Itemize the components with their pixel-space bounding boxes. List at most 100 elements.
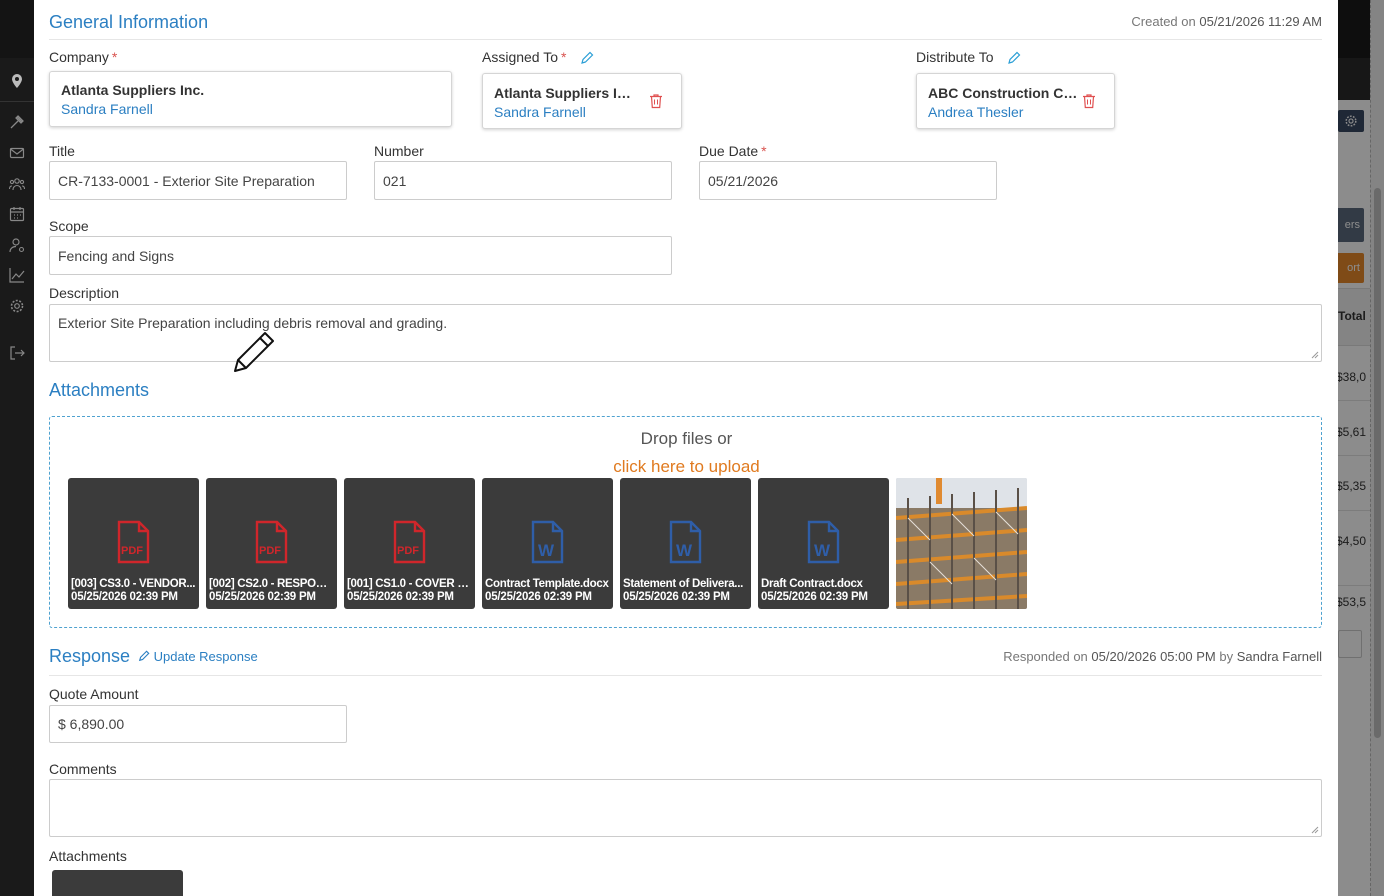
title-input[interactable]: CR-7133-0001 - Exterior Site Preparation — [49, 161, 347, 200]
remove-distribution-trash-icon[interactable] — [1082, 93, 1096, 109]
resize-grip-icon[interactable] — [1311, 826, 1319, 834]
due-date-label-text: Due Date — [699, 143, 759, 159]
response-attachment-tile[interactable] — [52, 870, 183, 896]
word-file-icon: W — [667, 520, 703, 564]
update-response-link[interactable]: Update Response — [138, 649, 258, 664]
assigned-contact-link[interactable]: Sandra Farnell — [494, 104, 586, 120]
distribute-to-label-text: Distribute To — [916, 49, 994, 65]
attachment-tile[interactable]: W Draft Contract.docx 05/25/2026 02:39 P… — [758, 478, 889, 609]
assigned-company-name: Atlanta Suppliers Inc. — [494, 85, 634, 101]
company-card[interactable]: Atlanta Suppliers Inc. Sandra Farnell — [49, 71, 452, 127]
comments-textarea[interactable] — [49, 779, 1322, 837]
section-divider — [49, 39, 1322, 40]
edit-distribute-to-pencil-icon[interactable] — [1007, 51, 1021, 65]
attachment-tile[interactable]: PDF [001] CS1.0 - COVER S... 05/25/2026 … — [344, 478, 475, 609]
responded-on-date: 05/20/2026 05:00 PM — [1091, 649, 1216, 664]
app-sidebar — [0, 0, 34, 896]
company-contact-link[interactable]: Sandra Farnell — [61, 101, 153, 117]
scope-input[interactable]: Fencing and Signs — [49, 236, 672, 275]
team-icon[interactable] — [9, 176, 25, 192]
distribute-company-name: ABC Construction Com... — [928, 85, 1078, 101]
description-text: Exterior Site Preparation including debr… — [58, 315, 448, 331]
word-file-icon: W — [529, 520, 565, 564]
pdf-file-icon: PDF — [115, 520, 151, 564]
sidebar-top-band — [0, 0, 34, 58]
comments-label: Comments — [49, 761, 117, 777]
attachment-filename: Contract Template.docx — [485, 578, 609, 590]
calendar-icon[interactable] — [9, 206, 25, 222]
attachment-filename: [001] CS1.0 - COVER S... — [347, 578, 472, 590]
update-response-label: Update Response — [153, 649, 258, 664]
distribute-to-card[interactable]: ABC Construction Com... Andrea Thesler — [916, 73, 1115, 129]
response-attachments-label: Attachments — [49, 848, 127, 864]
attachment-date: 05/25/2026 02:39 PM — [347, 591, 454, 603]
attachment-filename: [002] CS2.0 - RESPONSE... — [209, 578, 334, 590]
scope-label: Scope — [49, 218, 89, 234]
location-pin-icon[interactable] — [9, 73, 25, 89]
pencil-cursor-icon — [232, 330, 276, 374]
attachment-filename: Draft Contract.docx — [761, 578, 863, 590]
due-date-input[interactable]: 05/21/2026 — [699, 161, 997, 200]
click-to-upload-link[interactable]: click here to upload — [613, 457, 759, 476]
resize-grip-icon[interactable] — [1311, 351, 1319, 359]
attachment-date: 05/25/2026 02:39 PM — [209, 591, 316, 603]
logout-icon[interactable] — [9, 345, 25, 361]
description-label: Description — [49, 285, 120, 301]
word-badge: W — [538, 541, 555, 560]
attachment-date: 05/25/2026 02:39 PM — [761, 591, 868, 603]
distribute-contact-link[interactable]: Andrea Thesler — [928, 104, 1023, 120]
attachment-tile[interactable]: PDF [002] CS2.0 - RESPONSE... 05/25/2026… — [206, 478, 337, 609]
attachment-tile[interactable]: PDF [003] CS3.0 - VENDOR... 05/25/2026 0… — [68, 478, 199, 609]
word-badge: W — [814, 541, 831, 560]
assigned-to-card[interactable]: Atlanta Suppliers Inc. Sandra Farnell — [482, 73, 682, 129]
assigned-to-label-text: Assigned To — [482, 49, 559, 65]
attachment-date: 05/25/2026 02:39 PM — [71, 591, 178, 603]
attachment-date: 05/25/2026 02:39 PM — [485, 591, 592, 603]
word-badge: W — [676, 541, 693, 560]
scaffolding-photo-thumbnail[interactable] — [896, 478, 1027, 609]
pdf-badge: PDF — [121, 545, 143, 557]
responded-on-meta: Responded on 05/20/2026 05:00 PM by Sand… — [1003, 649, 1322, 664]
remove-assignee-trash-icon[interactable] — [649, 93, 663, 109]
number-input[interactable]: 021 — [374, 161, 672, 200]
attachment-date: 05/25/2026 02:39 PM — [623, 591, 730, 603]
pdf-file-icon: PDF — [391, 520, 427, 564]
modal-backdrop[interactable] — [1338, 0, 1384, 896]
quote-amount-label: Quote Amount — [49, 686, 139, 702]
mail-icon[interactable] — [9, 145, 25, 161]
hammer-icon[interactable] — [9, 114, 25, 130]
required-marker: * — [111, 49, 118, 65]
responded-by-word: by — [1219, 649, 1234, 664]
due-date-label: Due Date * — [699, 143, 767, 159]
pencil-icon — [138, 650, 150, 662]
number-label: Number — [374, 143, 424, 159]
user-admin-icon[interactable] — [9, 237, 25, 253]
attachment-tile[interactable]: W Statement of Delivera... 05/25/2026 02… — [620, 478, 751, 609]
created-on-value: 05/21/2026 11:29 AM — [1199, 14, 1322, 29]
responded-by-name: Sandra Farnell — [1236, 649, 1322, 664]
chart-line-icon[interactable] — [9, 267, 25, 283]
attachment-tile[interactable]: W Contract Template.docx 05/25/2026 02:3… — [482, 478, 613, 609]
edit-assigned-to-pencil-icon[interactable] — [580, 51, 594, 65]
upload-link-row: click here to upload — [50, 457, 1323, 477]
pdf-badge: PDF — [397, 545, 419, 557]
sidebar-divider — [0, 101, 34, 102]
word-file-icon: W — [805, 520, 841, 564]
required-marker: * — [561, 49, 567, 65]
attachment-filename: [003] CS3.0 - VENDOR... — [71, 578, 196, 590]
pdf-badge: PDF — [259, 545, 281, 557]
created-on-meta: Created on 05/21/2026 11:29 AM — [1131, 14, 1322, 29]
assigned-to-label: Assigned To * — [482, 49, 594, 65]
pdf-file-icon: PDF — [253, 520, 289, 564]
change-request-modal: General Information Created on 05/21/202… — [34, 0, 1338, 896]
company-name: Atlanta Suppliers Inc. — [61, 82, 205, 98]
title-label: Title — [49, 143, 75, 159]
distribute-to-label: Distribute To — [916, 49, 1021, 65]
file-dropzone[interactable]: Drop files or click here to upload PDF [… — [49, 416, 1322, 628]
company-label-text: Company — [49, 49, 109, 65]
settings-gear-icon[interactable] — [9, 298, 25, 314]
created-on-label: Created on — [1131, 14, 1196, 29]
attachment-filename: Statement of Delivera... — [623, 578, 743, 590]
responded-on-label: Responded on — [1003, 649, 1088, 664]
quote-amount-input[interactable]: $ 6,890.00 — [49, 705, 347, 743]
